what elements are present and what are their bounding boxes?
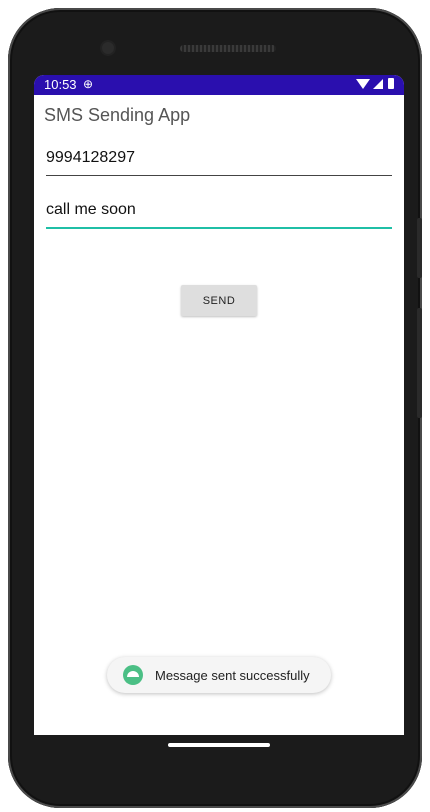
power-button: [417, 308, 422, 418]
message-input[interactable]: [46, 197, 392, 229]
phone-number-input[interactable]: [46, 145, 392, 176]
status-bar: 10:53 ⊕: [34, 75, 404, 95]
navigation-bar: [34, 735, 404, 765]
front-camera: [102, 42, 114, 54]
earpiece-speaker: [180, 45, 276, 52]
status-icons: [356, 78, 394, 89]
app-icon: [123, 665, 143, 685]
battery-icon: [388, 78, 394, 89]
app-title: SMS Sending App: [44, 105, 191, 125]
signal-icon: [373, 78, 383, 89]
toast-message: Message sent successfully: [155, 667, 310, 683]
screen: 10:53 ⊕ SMS Sending App SEND Message sen…: [34, 75, 404, 735]
wifi-icon: [356, 78, 370, 89]
home-gesture-handle[interactable]: [168, 743, 270, 747]
globe-icon: ⊕: [83, 77, 94, 91]
toast: Message sent successfully: [107, 657, 331, 693]
volume-button: [417, 218, 422, 278]
status-time: 10:53: [44, 77, 77, 92]
send-button[interactable]: SEND: [181, 285, 257, 316]
